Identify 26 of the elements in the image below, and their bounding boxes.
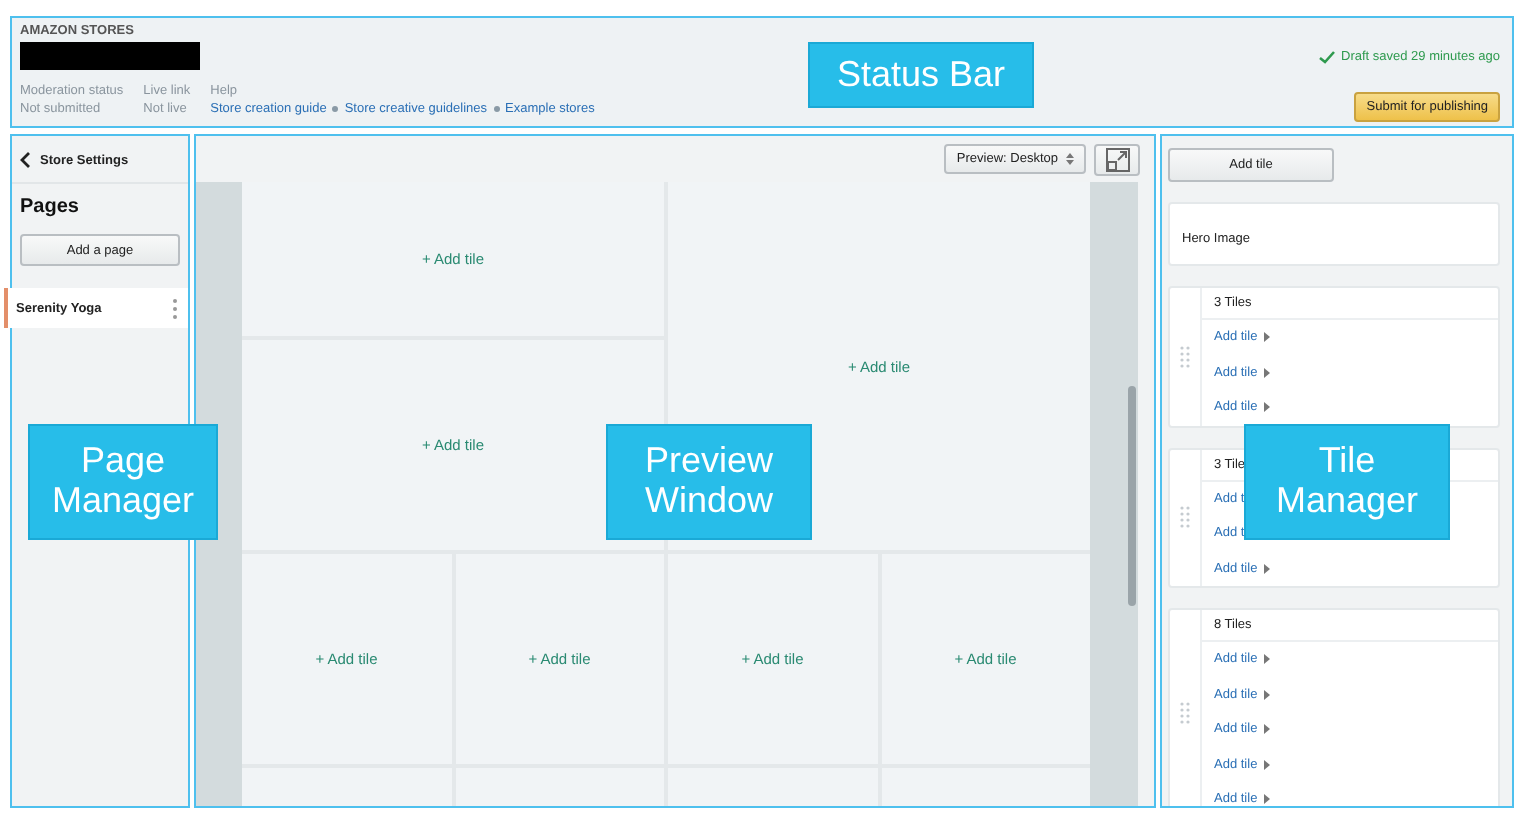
- annotation-label: Status Bar: [808, 42, 1034, 108]
- dot-separator-icon: [493, 106, 500, 112]
- caret-icon: [1263, 563, 1270, 574]
- drag-handle-icon: [1180, 702, 1190, 725]
- caret-icon: [1263, 689, 1270, 700]
- more-options-icon: [172, 297, 178, 319]
- back-chevron-icon: [20, 152, 30, 168]
- sort-arrows-icon: [1066, 152, 1074, 166]
- caret-icon: [1263, 794, 1270, 805]
- dot-separator-icon: [332, 106, 339, 112]
- annotation-label: Page Manager: [28, 424, 218, 540]
- annotation-label: Tile Manager: [1244, 424, 1450, 540]
- caret-icon: [1263, 402, 1270, 413]
- expand-button[interactable]: [1094, 143, 1140, 175]
- scrollbar-thumb[interactable]: [1128, 386, 1136, 606]
- annotation-label: Preview Window: [606, 424, 812, 540]
- pages-heading: Pages: [18, 194, 81, 222]
- caret-icon: [1263, 654, 1270, 665]
- caret-icon: [1263, 724, 1270, 735]
- caret-icon: [1263, 759, 1270, 770]
- drag-handle-icon: [1180, 345, 1190, 368]
- drag-handle-icon: [1180, 506, 1190, 529]
- caret-icon: [1263, 367, 1270, 378]
- check-icon: [1317, 50, 1335, 64]
- expand-icon: [1105, 147, 1129, 171]
- caret-icon: [1263, 332, 1270, 343]
